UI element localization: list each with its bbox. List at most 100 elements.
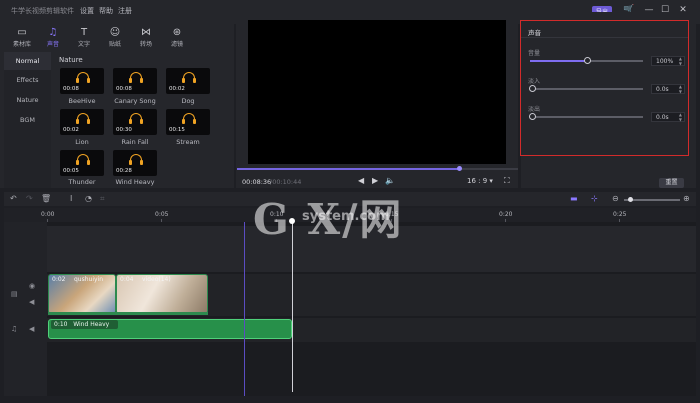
volume-value-field[interactable]: 100% ▲ ▼ [651, 56, 685, 66]
audio-clip-label: 0:10 Wind Heavy [51, 320, 118, 329]
sound-thumb-canary[interactable]: 00:08 [113, 68, 157, 94]
volume-icon[interactable]: 🔈 [385, 176, 395, 185]
fade-out-value-field[interactable]: 0.0s ▲ ▼ [651, 112, 685, 122]
seek-progress [237, 168, 459, 170]
headphones-icon [182, 72, 196, 83]
spin-arrows-icon[interactable]: ▲ ▼ [679, 84, 682, 94]
app-title: 牛学长视频剪辑软件 [11, 7, 74, 15]
zoom-out-icon[interactable]: ⊖ [612, 194, 619, 203]
category-effects[interactable]: Effects [4, 71, 51, 89]
sound-thumb-beehive[interactable]: 00:08 [60, 68, 104, 94]
volume-label: 音量 [528, 50, 541, 57]
clip-name: video(14) [142, 276, 171, 283]
sticker-icon: ☺ [109, 27, 121, 38]
headphones-icon [129, 154, 143, 165]
delete-icon[interactable]: 🗑 [41, 194, 51, 203]
crop-icon[interactable]: ⌗ [100, 194, 105, 204]
sound-label: Wind Heavy [115, 178, 155, 186]
watermark-domain: system.com [302, 209, 390, 224]
split-icon[interactable]: Ⅰ [70, 194, 72, 203]
tool-text[interactable]: T 文字 [70, 26, 98, 48]
redo-icon[interactable]: ↷ [26, 194, 33, 203]
fade-out-label: 淡出 [528, 106, 541, 113]
headphones-icon [76, 72, 90, 83]
seek-handle[interactable] [456, 166, 462, 171]
play-icon[interactable]: ▶ [372, 176, 378, 185]
sound-thumb-thunder[interactable]: 00:05 [60, 150, 104, 176]
track-music-icon: ♫ [11, 325, 18, 333]
text-icon: T [80, 27, 88, 38]
sound-label: Stream [176, 138, 200, 146]
fade-in-slider[interactable] [530, 88, 643, 90]
tool-media[interactable]: ▭ 素材库 [8, 26, 36, 48]
category-bgm[interactable]: BGM [4, 111, 51, 129]
volume-slider-handle[interactable] [583, 57, 591, 64]
prev-frame-icon[interactable]: ◀ [358, 176, 364, 185]
sound-label: Dog [181, 97, 195, 105]
sound-thumb-lion[interactable]: 00:02 [60, 109, 104, 135]
clip-time: 0:02 [52, 276, 66, 283]
sound-thumb-dog[interactable]: 00:02 [166, 68, 210, 94]
marker-icon[interactable]: ⊹ [591, 194, 598, 203]
total-time: /00:10:44 [270, 178, 302, 186]
category-nature[interactable]: Nature [4, 91, 51, 109]
menu-register[interactable]: 注册 [118, 6, 132, 16]
fade-in-value-field[interactable]: 0.0s ▲ ▼ [651, 84, 685, 94]
volume-slider-fill [530, 60, 587, 62]
clip-underline [48, 312, 208, 315]
zoom-slider-handle[interactable] [628, 197, 633, 202]
headphones-icon [129, 72, 143, 83]
clip-time: 0:04 [120, 276, 134, 283]
track-film-icon: ▤ [11, 290, 18, 298]
fullscreen-icon[interactable]: ⛶ [504, 176, 510, 186]
visibility-icon[interactable]: ◉ [29, 282, 35, 290]
fade-out-slider[interactable] [530, 116, 643, 118]
filter-icon: ⊛ [172, 27, 182, 38]
section-title: Nature [59, 56, 83, 64]
sound-thumb-stream[interactable]: 00:15 [166, 109, 210, 135]
reset-button[interactable]: 重置 [659, 178, 684, 188]
track-headers [4, 222, 47, 396]
divider [521, 37, 688, 38]
video-preview[interactable] [248, 20, 506, 164]
sound-thumb-wind-heavy[interactable]: 00:28 [113, 150, 157, 176]
spin-arrows-icon[interactable]: ▲ ▼ [679, 56, 682, 66]
zoom-in-icon[interactable]: ⊕ [683, 194, 690, 203]
tool-filter[interactable]: ⊛ 滤镜 [163, 26, 191, 48]
tool-sound[interactable]: ♫ 声音 [39, 26, 67, 48]
sound-label: Thunder [68, 178, 96, 186]
music-icon: ♫ [48, 27, 58, 38]
media-icon: ▭ [17, 27, 27, 38]
menu-help[interactable]: 帮助 [99, 6, 113, 16]
menu-settings[interactable]: 设置 [80, 6, 94, 16]
category-normal[interactable]: Normal [4, 52, 51, 70]
undo-icon[interactable]: ↶ [10, 194, 17, 203]
ruler-label: 0:20 [499, 211, 513, 218]
sound-label: BeeHive [68, 97, 96, 105]
timeline-cursor[interactable] [292, 222, 293, 392]
headphones-icon [76, 154, 90, 165]
speed-icon[interactable]: ◔ [85, 194, 92, 203]
ruler-label: 0:25 [613, 211, 627, 218]
headphones-icon [76, 113, 90, 124]
ruler-label: 0:00 [41, 211, 55, 218]
tool-sticker[interactable]: ☺ 贴纸 [101, 26, 129, 48]
playhead[interactable] [244, 222, 245, 396]
spin-arrows-icon[interactable]: ▲ ▼ [679, 112, 682, 122]
mute-icon[interactable]: ◀ [29, 298, 34, 306]
audio-mute-icon[interactable]: ◀ [29, 325, 34, 333]
current-time: 00:08:36 [242, 178, 272, 186]
fade-out-slider-handle[interactable] [529, 113, 536, 120]
sound-label: Canary Song [114, 97, 156, 105]
panel-title: 声音 [528, 29, 541, 37]
fade-in-label: 淡入 [528, 78, 541, 85]
sound-label: Lion [75, 138, 89, 146]
aspect-ratio-select[interactable]: 16 : 9 ▾ [467, 177, 493, 185]
sound-thumb-rainfall[interactable]: 00:30 [113, 109, 157, 135]
clip-name: qushuiyin [74, 276, 104, 283]
headphones-icon [129, 113, 143, 124]
headphones-icon [182, 113, 196, 124]
snap-icon[interactable]: ▬ [570, 194, 578, 203]
fade-in-slider-handle[interactable] [529, 85, 536, 92]
tool-transition[interactable]: ⋈ 转场 [132, 26, 160, 48]
